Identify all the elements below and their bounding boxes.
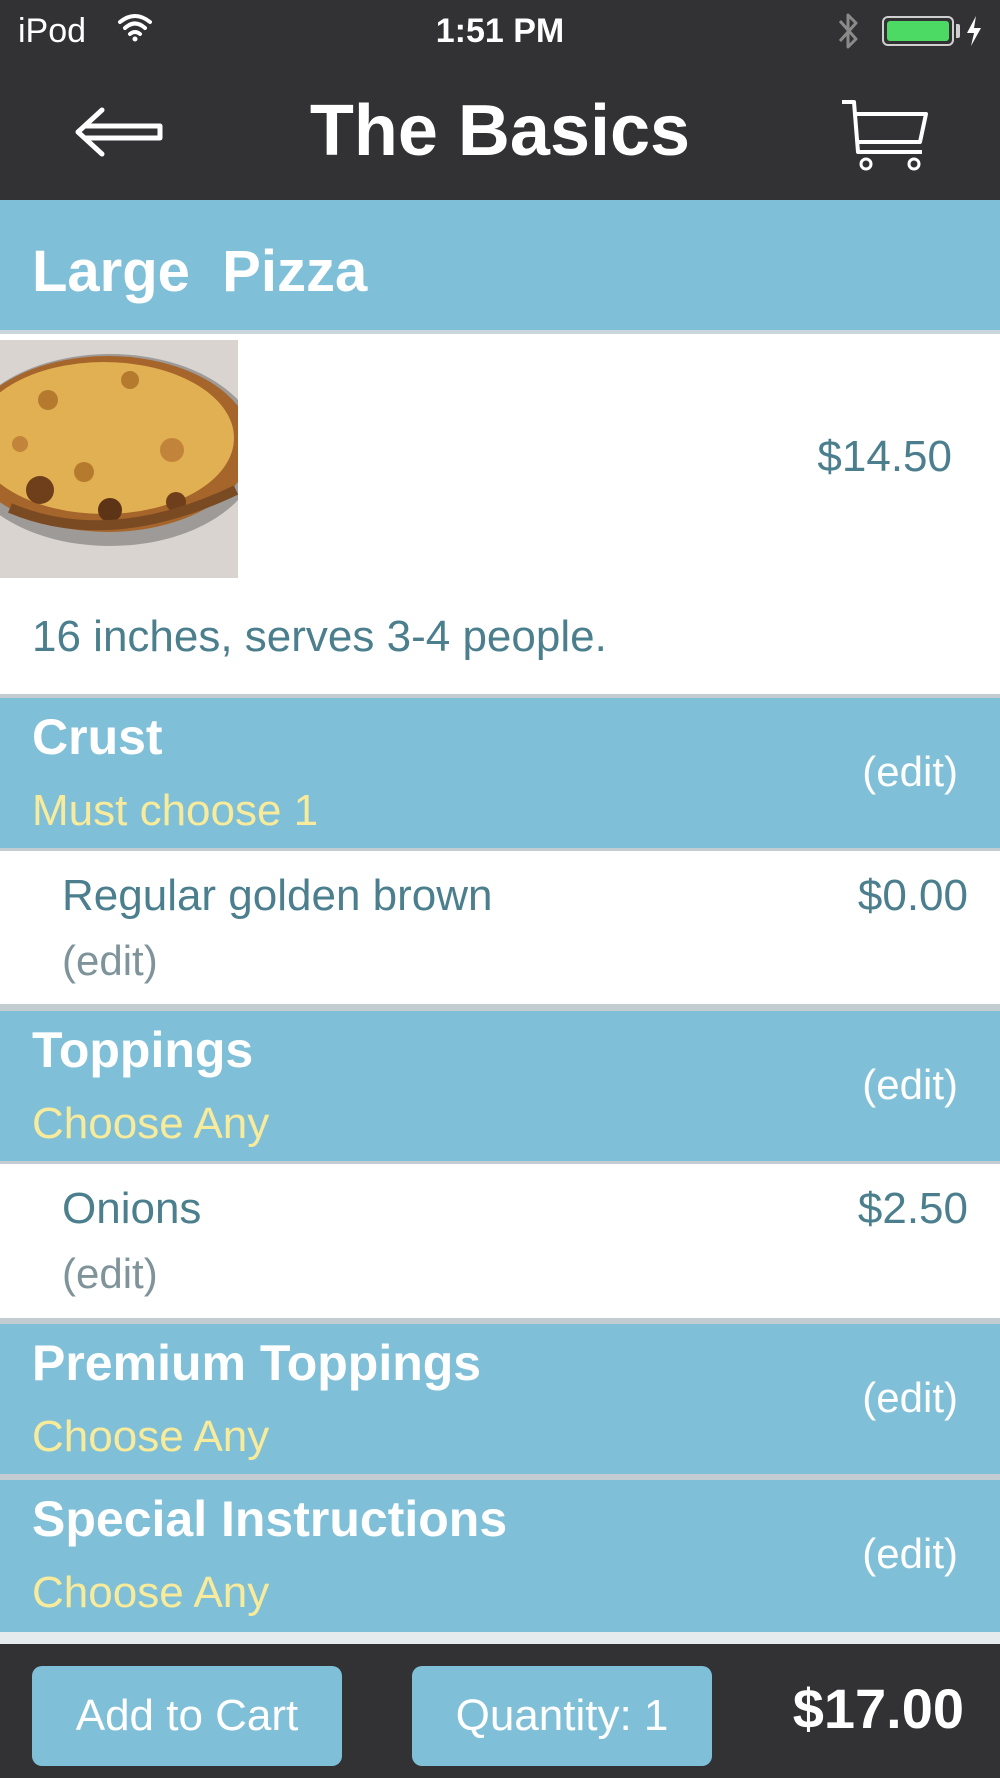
group-requirement: Choose Any — [32, 1099, 270, 1148]
item-details: $14.50 16 inches, serves 3-4 people. — [0, 334, 1000, 696]
order-total: $17.00 — [792, 1677, 964, 1740]
option-group-special-instructions[interactable]: Special Instructions Choose Any (edit) — [0, 1480, 1000, 1636]
cart-icon[interactable] — [836, 94, 936, 174]
group-edit-button[interactable]: (edit) — [862, 748, 958, 796]
option-name: Regular golden brown — [62, 871, 493, 920]
group-edit-button[interactable]: (edit) — [862, 1530, 958, 1578]
pizza-photo — [0, 340, 260, 578]
option-row[interactable]: Regular golden brown $0.00 (edit) — [0, 851, 1000, 1007]
group-title: Premium Toppings — [32, 1335, 482, 1391]
item-description: 16 inches, serves 3-4 people. — [32, 612, 607, 661]
item-name: Large Pizza — [32, 239, 368, 304]
group-requirement: Choose Any — [32, 1412, 270, 1461]
charging-icon — [964, 14, 984, 53]
group-title: Toppings — [32, 1022, 254, 1078]
group-title: Special Instructions — [32, 1491, 508, 1547]
group-edit-button[interactable]: (edit) — [862, 1061, 958, 1109]
divider — [0, 1632, 1000, 1644]
option-price: $2.50 — [857, 1184, 968, 1233]
group-requirement: Choose Any — [32, 1568, 270, 1617]
item-header: Large Pizza — [0, 200, 1000, 334]
item-price: $14.50 — [817, 432, 952, 481]
option-group-crust[interactable]: Crust Must choose 1 (edit) — [0, 698, 1000, 854]
option-price: $0.00 — [857, 871, 968, 920]
option-edit-link[interactable]: (edit) — [62, 1250, 158, 1298]
group-edit-button[interactable]: (edit) — [862, 1374, 958, 1422]
option-group-premium-toppings[interactable]: Premium Toppings Choose Any (edit) — [0, 1324, 1000, 1480]
battery-level-fill — [887, 21, 949, 41]
group-requirement: Must choose 1 — [32, 786, 319, 835]
battery-tip — [956, 24, 960, 38]
bottom-toolbar: Add to Cart Quantity: 1 $17.00 — [0, 1644, 1000, 1778]
option-name: Onions — [62, 1184, 202, 1233]
group-title: Crust — [32, 709, 163, 765]
option-group-toppings[interactable]: Toppings Choose Any (edit) — [0, 1011, 1000, 1167]
navigation-bar: The Basics — [0, 64, 1000, 200]
battery-icon — [882, 16, 954, 46]
option-edit-link[interactable]: (edit) — [62, 937, 158, 985]
add-to-cart-button[interactable]: Add to Cart — [32, 1666, 342, 1766]
status-bar: iPod 1:51 PM — [0, 0, 1000, 64]
bluetooth-icon — [836, 10, 860, 57]
quantity-button[interactable]: Quantity: 1 — [412, 1666, 712, 1766]
option-row[interactable]: Onions $2.50 (edit) — [0, 1164, 1000, 1320]
